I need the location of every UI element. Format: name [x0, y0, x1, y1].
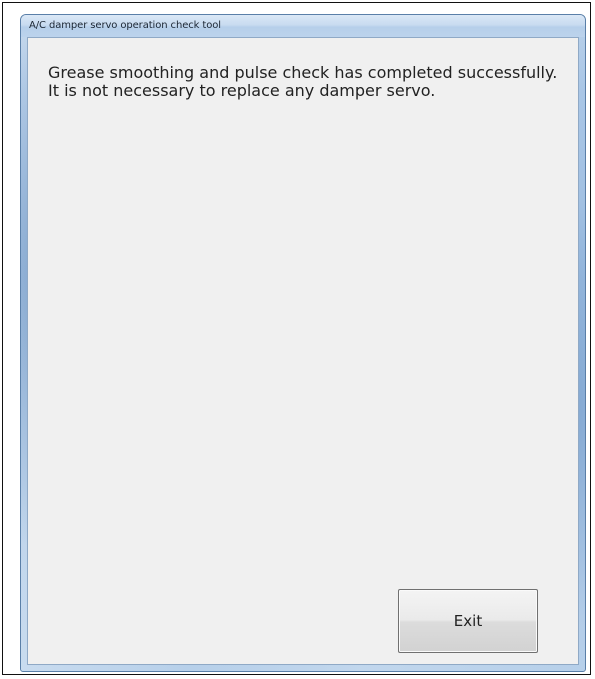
status-message: Grease smoothing and pulse check has com… — [48, 64, 558, 100]
app-window: A/C damper servo operation check tool Gr… — [20, 14, 586, 672]
message-line-completed: Grease smoothing and pulse check has com… — [48, 63, 558, 82]
client-area: Grease smoothing and pulse check has com… — [27, 37, 579, 665]
window-title: A/C damper servo operation check tool — [29, 20, 221, 31]
message-line-no-replacement: It is not necessary to replace any dampe… — [48, 81, 436, 100]
title-bar[interactable]: A/C damper servo operation check tool — [21, 15, 585, 37]
exit-button[interactable]: Exit — [398, 589, 538, 653]
